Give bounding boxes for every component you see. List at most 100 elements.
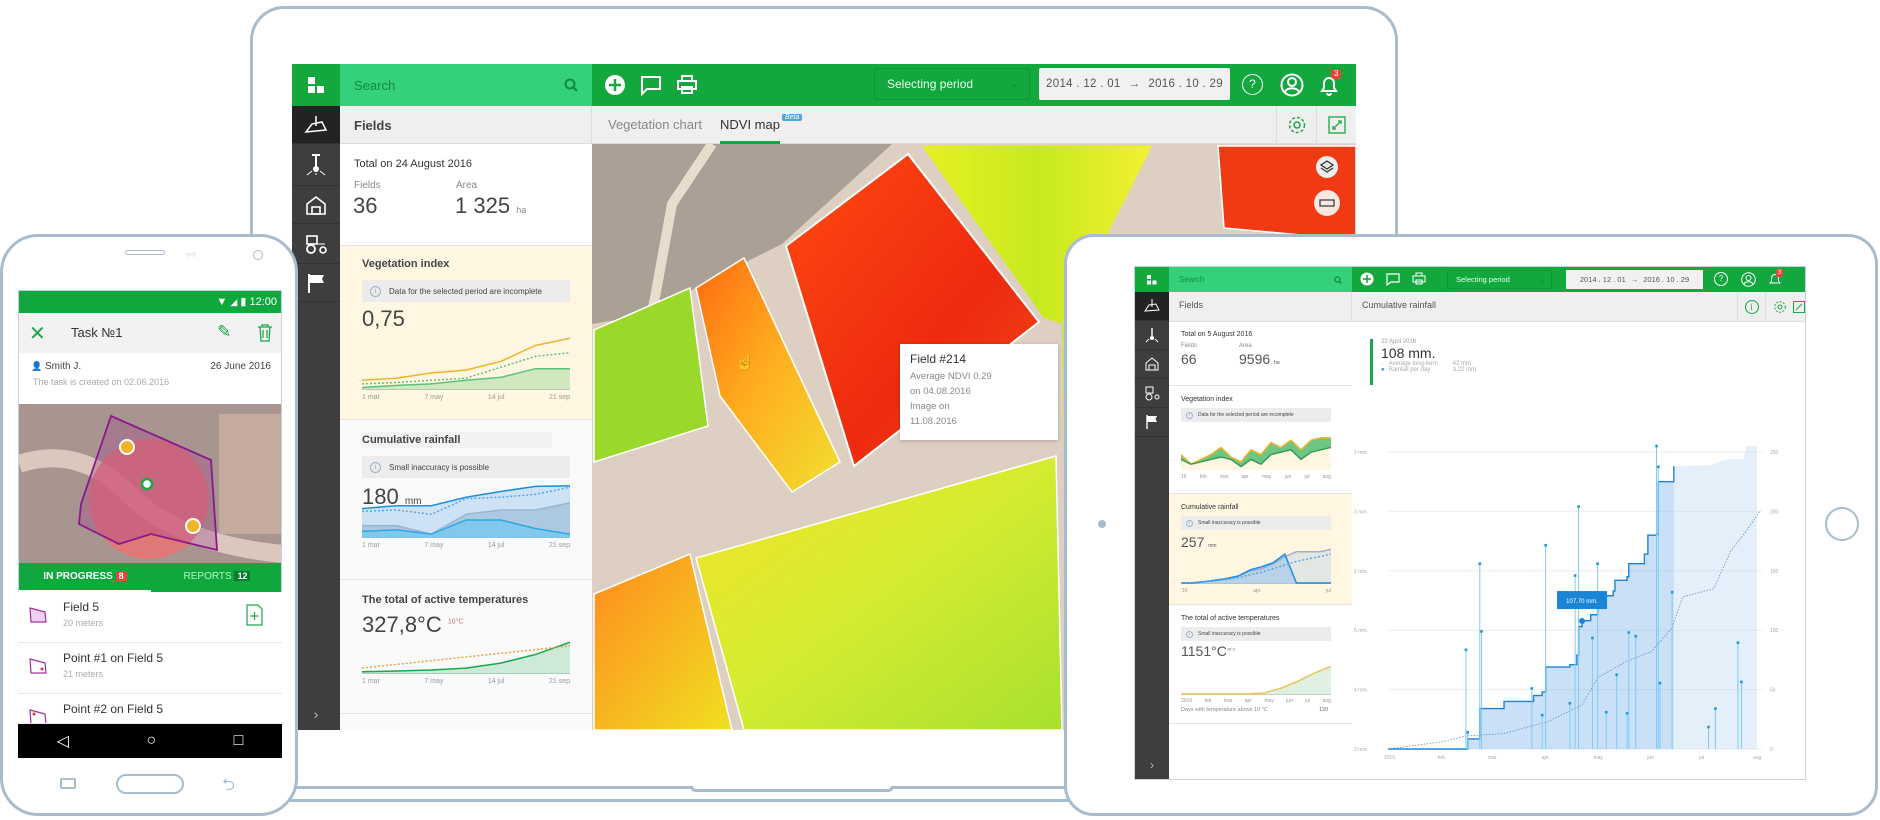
highlight-point[interactable] (1579, 618, 1586, 625)
ruler-button[interactable] (1314, 190, 1340, 216)
rail-item-machinery[interactable] (1135, 379, 1169, 408)
printer-icon[interactable] (1412, 272, 1426, 286)
daily-rain-point[interactable] (1530, 687, 1534, 690)
help-icon[interactable]: ? (1714, 272, 1728, 286)
search-input[interactable]: Search (1179, 275, 1204, 284)
vegetation-index-card[interactable]: Vegetation index i Data for the selected … (1169, 386, 1352, 494)
expand-sidebar-chevron[interactable]: › (1135, 758, 1169, 772)
daily-rain-point[interactable] (1634, 634, 1638, 638)
android-nav-bar: ◁ ○ □ (18, 724, 282, 758)
rainfall-card[interactable]: Cumulative rainfall i Small inaccuracy is… (340, 420, 592, 580)
rail-item-soil[interactable] (1135, 321, 1169, 350)
info-button[interactable]: i (1737, 292, 1765, 322)
date-range-picker[interactable]: 2014 . 12 . 01 → 2016 . 10 . 29 (1039, 68, 1230, 100)
printer-icon[interactable] (676, 74, 698, 96)
rail-item-soil[interactable] (292, 144, 340, 186)
date-range-picker[interactable]: 2014 . 12 . 01 → 2016 . 10 . 29 (1566, 270, 1703, 289)
daily-rain-point[interactable] (1655, 444, 1658, 448)
location-marker-icon[interactable] (140, 477, 154, 491)
rail-item-storage[interactable] (292, 186, 340, 224)
search-bar[interactable]: Search (1169, 267, 1352, 292)
tab-in-progress[interactable]: IN PROGRESS 8 (19, 563, 151, 593)
app-logo[interactable] (1135, 267, 1169, 292)
list-item[interactable]: Point #2 on Field 5 (18, 694, 282, 724)
vegetation-index-card[interactable]: Vegetation index i Data for the selected … (340, 246, 592, 420)
search-input[interactable]: Search (354, 78, 395, 93)
daily-rain-point[interactable] (1573, 574, 1577, 577)
chat-icon[interactable] (640, 74, 662, 96)
daily-rain-point[interactable] (1544, 543, 1547, 547)
plus-circle-icon[interactable] (1360, 272, 1374, 286)
daily-rain-point[interactable] (1480, 630, 1483, 633)
daily-rain-point[interactable] (1604, 710, 1608, 714)
daily-rain-point[interactable] (1596, 562, 1599, 565)
recent-apps-button[interactable]: □ (234, 732, 244, 750)
tablet-home-button[interactable] (1825, 507, 1859, 541)
chat-icon[interactable] (1386, 272, 1400, 286)
machinery-icon (306, 234, 327, 254)
expand-sidebar-chevron[interactable]: › (292, 706, 340, 722)
fullscreen-button[interactable] (1793, 292, 1805, 322)
rail-item-storage[interactable] (1135, 350, 1169, 379)
report-marker-icon[interactable] (119, 439, 135, 455)
daily-rain-point[interactable] (1625, 712, 1629, 715)
daily-rain-point[interactable] (1478, 562, 1482, 565)
sidebar-rail: › (1135, 292, 1169, 779)
daily-rain-point[interactable] (1670, 590, 1674, 594)
hw-recent-icon[interactable] (60, 778, 76, 789)
user-icon[interactable] (1741, 272, 1756, 287)
home-button[interactable]: ○ (146, 732, 156, 750)
temperature-card[interactable]: The total of active temperatures i Small … (1169, 605, 1352, 724)
daily-rain-point[interactable] (1656, 465, 1660, 469)
back-button[interactable]: ◁ (57, 731, 69, 751)
tick-label: 14 jul (487, 394, 505, 401)
period-select[interactable]: Selecting period ⌄ (874, 68, 1030, 100)
daily-rain-point[interactable] (1627, 631, 1631, 634)
daily-rain-point[interactable] (1591, 636, 1594, 640)
daily-rain-point[interactable] (1568, 701, 1572, 705)
rainfall-card[interactable]: Cumulative rainfall i Small inaccuracy is… (1169, 494, 1352, 605)
rail-item-fields[interactable] (292, 106, 340, 144)
search-icon[interactable] (1334, 275, 1342, 284)
daily-rain-point[interactable] (1464, 648, 1468, 652)
layers-button[interactable] (1316, 156, 1338, 178)
list-item[interactable]: Field 5 20 meters (18, 592, 282, 643)
daily-rain-point[interactable] (1714, 707, 1717, 710)
settings-button[interactable] (1276, 106, 1316, 144)
daily-rain-point[interactable] (1707, 725, 1710, 729)
tab-ndvi-map[interactable]: NDVI map (720, 106, 780, 144)
daily-rain-point[interactable] (1540, 713, 1544, 717)
hw-back-icon[interactable]: ⮌ (222, 774, 235, 801)
daily-rain-point[interactable] (1736, 641, 1740, 644)
plus-circle-icon[interactable] (604, 74, 626, 96)
daily-rain-point[interactable] (1466, 731, 1469, 734)
fullscreen-button[interactable] (1316, 106, 1356, 144)
list-item[interactable]: Point #1 on Field 5 21 meters (18, 643, 282, 694)
daily-rain-point[interactable] (1577, 505, 1580, 508)
rail-item-fields[interactable] (1135, 292, 1169, 321)
period-select[interactable]: Selecting period ⌄ (1447, 270, 1552, 289)
add-report-icon[interactable] (246, 604, 263, 626)
rail-item-weather[interactable] (1135, 408, 1169, 437)
pencil-icon[interactable]: ✎ (217, 322, 231, 342)
daily-rain-point[interactable] (1740, 680, 1743, 684)
close-icon[interactable]: ✕ (29, 321, 46, 346)
settings-button[interactable] (1765, 292, 1793, 322)
user-icon[interactable] (1280, 73, 1304, 97)
tab-reports[interactable]: REPORTS 12 (151, 563, 281, 593)
hw-home-button[interactable] (116, 774, 184, 794)
rail-item-weather[interactable] (292, 264, 340, 302)
daily-rain-point[interactable] (1658, 681, 1662, 685)
temperature-card[interactable]: The total of active temperatures 327,8°C… (340, 580, 592, 714)
tab-vegetation-chart[interactable]: Vegetation chart (608, 117, 702, 132)
app-logo[interactable] (292, 64, 340, 106)
task-map[interactable] (19, 404, 282, 563)
daily-rain-point[interactable] (1615, 673, 1618, 677)
trash-icon[interactable] (257, 323, 273, 343)
search-bar[interactable]: Search (340, 64, 592, 106)
cumulative-rainfall-chart[interactable]: 3 mm. 3 mm. 2 mm. 5 mm. 4 mm. 3 mm. 250 200 150 1… (1352, 322, 1806, 780)
search-icon[interactable] (564, 78, 578, 92)
report-marker-icon[interactable] (185, 518, 201, 534)
help-icon[interactable]: ? (1242, 74, 1263, 95)
rail-item-machinery[interactable] (292, 224, 340, 264)
